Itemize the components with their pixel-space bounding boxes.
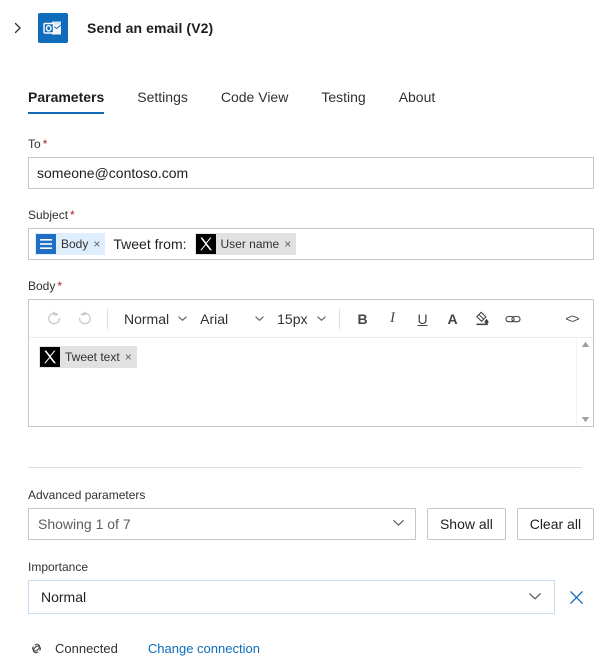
token-user-name-remove[interactable]: × (284, 237, 291, 251)
scroll-down-arrow-icon[interactable] (581, 416, 590, 423)
scroll-up-arrow-icon[interactable] (581, 341, 590, 348)
field-body: Body * Normal Arial 15px B I U A <> Twee… (28, 278, 594, 427)
paragraph-style-select[interactable]: Normal (116, 305, 192, 333)
subject-label: Subject * (28, 207, 594, 223)
importance-select[interactable]: Normal (28, 580, 555, 614)
editor-scrollbar[interactable] (576, 338, 593, 426)
token-tweet-text-label: Tweet text (65, 350, 120, 364)
x-twitter-icon (40, 347, 60, 367)
toolbar-divider-1 (107, 308, 108, 329)
subject-static-text: Tweet from: (113, 236, 187, 252)
underline-button[interactable]: U (408, 305, 438, 333)
field-to: To * someone@contoso.com (28, 136, 594, 189)
expand-chevron-button[interactable] (6, 16, 30, 40)
chevron-down-icon (392, 516, 405, 532)
outlook-glyph (43, 21, 62, 35)
show-all-button[interactable]: Show all (427, 508, 506, 540)
token-user-name-label: User name (220, 237, 280, 251)
close-x-icon (569, 590, 583, 604)
chevron-down-icon (177, 313, 188, 324)
token-body[interactable]: Body × (35, 233, 106, 255)
token-user-name[interactable]: User name × (194, 233, 297, 255)
page-title: Send an email (V2) (87, 20, 214, 36)
to-input[interactable]: someone@contoso.com (28, 157, 594, 189)
token-tweet-text[interactable]: Tweet text × (39, 346, 137, 368)
connection-status-text: Connected (55, 641, 118, 656)
body-label-text: Body (28, 279, 56, 293)
insert-link-button[interactable] (498, 305, 528, 333)
body-lines-icon (36, 234, 56, 254)
chevron-down-icon (528, 589, 542, 606)
editor-content[interactable]: Tweet text × (29, 338, 576, 426)
change-connection-link[interactable]: Change connection (148, 641, 260, 656)
chevron-right-icon (14, 22, 21, 34)
importance-label: Importance (28, 560, 89, 574)
font-family-value: Arial (200, 310, 229, 327)
connection-icon (28, 640, 45, 657)
highlight-icon (476, 311, 489, 326)
importance-row: Normal (28, 580, 594, 614)
importance-clear-button[interactable] (565, 586, 587, 608)
connection-footer: Connected Change connection (0, 640, 606, 657)
advanced-parameters-label: Advanced parameters (28, 488, 146, 502)
italic-button[interactable]: I (378, 305, 408, 333)
advanced-parameters-value: Showing 1 of 7 (38, 516, 131, 532)
editor-content-area[interactable]: Tweet text × (29, 338, 593, 426)
link-chain-icon (32, 643, 41, 654)
tab-bar: Parameters Settings Code View Testing Ab… (0, 74, 606, 114)
editor-toolbar: Normal Arial 15px B I U A <> (29, 300, 593, 338)
font-color-button[interactable]: A (438, 305, 468, 333)
body-rich-text-editor: Normal Arial 15px B I U A <> Tweet text … (28, 299, 594, 427)
field-advanced-parameters: Advanced parameters Showing 1 of 7 Show … (28, 487, 594, 540)
to-label: To * (28, 136, 594, 152)
tab-settings[interactable]: Settings (137, 89, 188, 114)
tab-parameters[interactable]: Parameters (28, 89, 105, 114)
font-size-select[interactable]: 15px (269, 305, 330, 333)
redo-icon (78, 311, 91, 325)
subject-input[interactable]: Body × Tweet from: User name × (28, 228, 594, 260)
advanced-parameters-select[interactable]: Showing 1 of 7 (28, 508, 417, 540)
redo-button[interactable] (69, 305, 99, 333)
subject-label-text: Subject (28, 208, 69, 222)
token-body-label: Body (61, 237, 89, 251)
undo-icon (47, 311, 60, 325)
outlook-icon (38, 13, 68, 43)
section-divider (28, 467, 582, 468)
parameters-form: To * someone@contoso.com Subject * Body × … (0, 136, 606, 614)
importance-value: Normal (41, 589, 87, 605)
advanced-parameters-row: Showing 1 of 7 Show all Clear all (28, 508, 594, 540)
action-header: Send an email (V2) (0, 0, 606, 56)
bold-button[interactable]: B (348, 305, 378, 333)
tab-code-view[interactable]: Code View (221, 89, 288, 114)
highlight-button[interactable] (468, 305, 498, 333)
subject-required-mark: * (70, 208, 75, 222)
chevron-down-icon (316, 313, 327, 324)
field-subject: Subject * Body × Tweet from: User name × (28, 207, 594, 260)
to-input-value: someone@contoso.com (37, 165, 189, 181)
paragraph-style-value: Normal (124, 310, 170, 327)
token-tweet-text-remove[interactable]: × (125, 350, 132, 364)
tab-testing[interactable]: Testing (321, 89, 365, 114)
undo-button[interactable] (39, 305, 69, 333)
field-importance: Importance Normal (28, 559, 594, 614)
font-size-value: 15px (277, 310, 308, 327)
clear-all-button[interactable]: Clear all (516, 508, 594, 540)
to-required-mark: * (42, 137, 48, 151)
toolbar-divider-2 (338, 308, 340, 329)
token-body-remove[interactable]: × (93, 237, 100, 251)
chevron-down-icon (254, 313, 265, 324)
to-label-text: To (28, 137, 41, 151)
tab-about[interactable]: About (399, 89, 436, 114)
body-label: Body * (28, 278, 594, 294)
x-twitter-icon (195, 234, 216, 254)
font-family-select[interactable]: Arial (192, 305, 269, 333)
code-view-button[interactable]: <> (557, 305, 587, 333)
body-required-mark: * (57, 279, 63, 293)
link-icon (504, 315, 521, 322)
